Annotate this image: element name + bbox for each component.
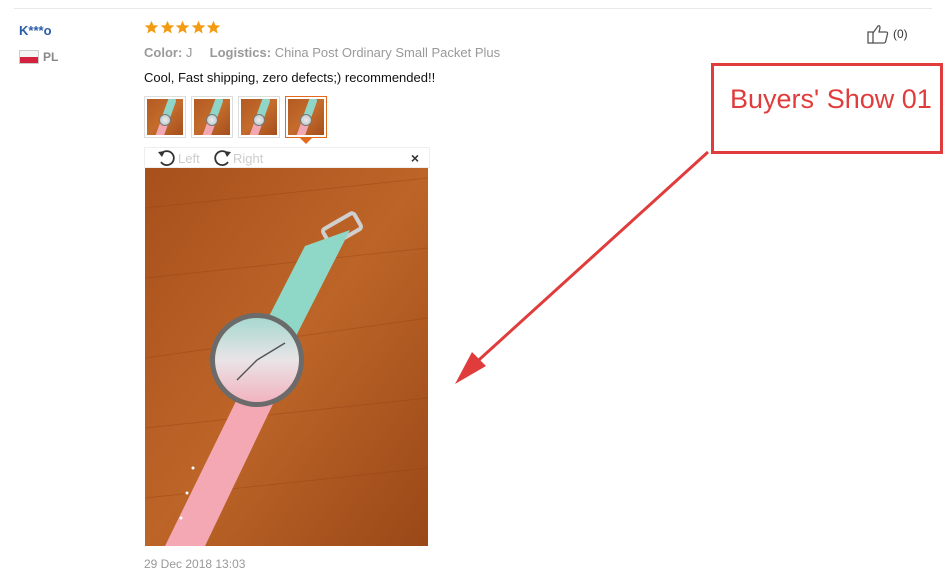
- photo-thumbnails: [144, 96, 332, 138]
- active-thumbnail-caret: [300, 138, 312, 144]
- star-icon: [175, 20, 190, 34]
- review-meta: Color: J Logistics: China Post Ordinary …: [144, 45, 500, 60]
- rotate-right-button[interactable]: Right: [211, 148, 263, 168]
- rotate-right-icon: [214, 150, 231, 166]
- photo-thumbnail[interactable]: [191, 96, 233, 138]
- star-icon: [206, 20, 221, 34]
- poland-flag-icon: [19, 50, 39, 64]
- rotate-left-label: Left: [178, 150, 200, 166]
- color-label: Color:: [144, 45, 183, 60]
- photo-thumbnail-active[interactable]: [285, 96, 327, 138]
- star-icon: [160, 20, 174, 34]
- helpful-button[interactable]: (0): [866, 23, 908, 45]
- photo-thumbnail[interactable]: [144, 96, 186, 138]
- review-date: 29 Dec 2018 13:03: [144, 557, 246, 571]
- color-value: J: [185, 45, 193, 60]
- reviewer-country: PL: [43, 50, 59, 64]
- rotate-right-label: Right: [233, 150, 264, 166]
- star-rating: [144, 20, 222, 40]
- star-icon: [191, 20, 205, 34]
- photo-thumbnail[interactable]: [238, 96, 280, 138]
- helpful-count: (0): [893, 27, 908, 41]
- divider: [14, 8, 932, 9]
- thumbs-up-icon: [867, 25, 889, 44]
- review-photo: [145, 168, 428, 546]
- star-icon: [144, 20, 159, 34]
- photo-viewer-toolbar: Left Right ×: [144, 147, 430, 168]
- annotation-label: Buyers' Show 01: [730, 84, 932, 114]
- logistics-value: China Post Ordinary Small Packet Plus: [274, 45, 501, 60]
- logistics-label: Logistics:: [209, 45, 272, 60]
- review-text: Cool, Fast shipping, zero defects;) reco…: [144, 70, 436, 85]
- rotate-left-icon: [158, 150, 175, 166]
- rotate-left-button[interactable]: Left: [156, 148, 200, 168]
- close-icon[interactable]: ×: [411, 150, 419, 166]
- annotation-callout: Buyers' Show 01: [711, 63, 943, 154]
- reviewer-name[interactable]: K***o: [19, 23, 52, 38]
